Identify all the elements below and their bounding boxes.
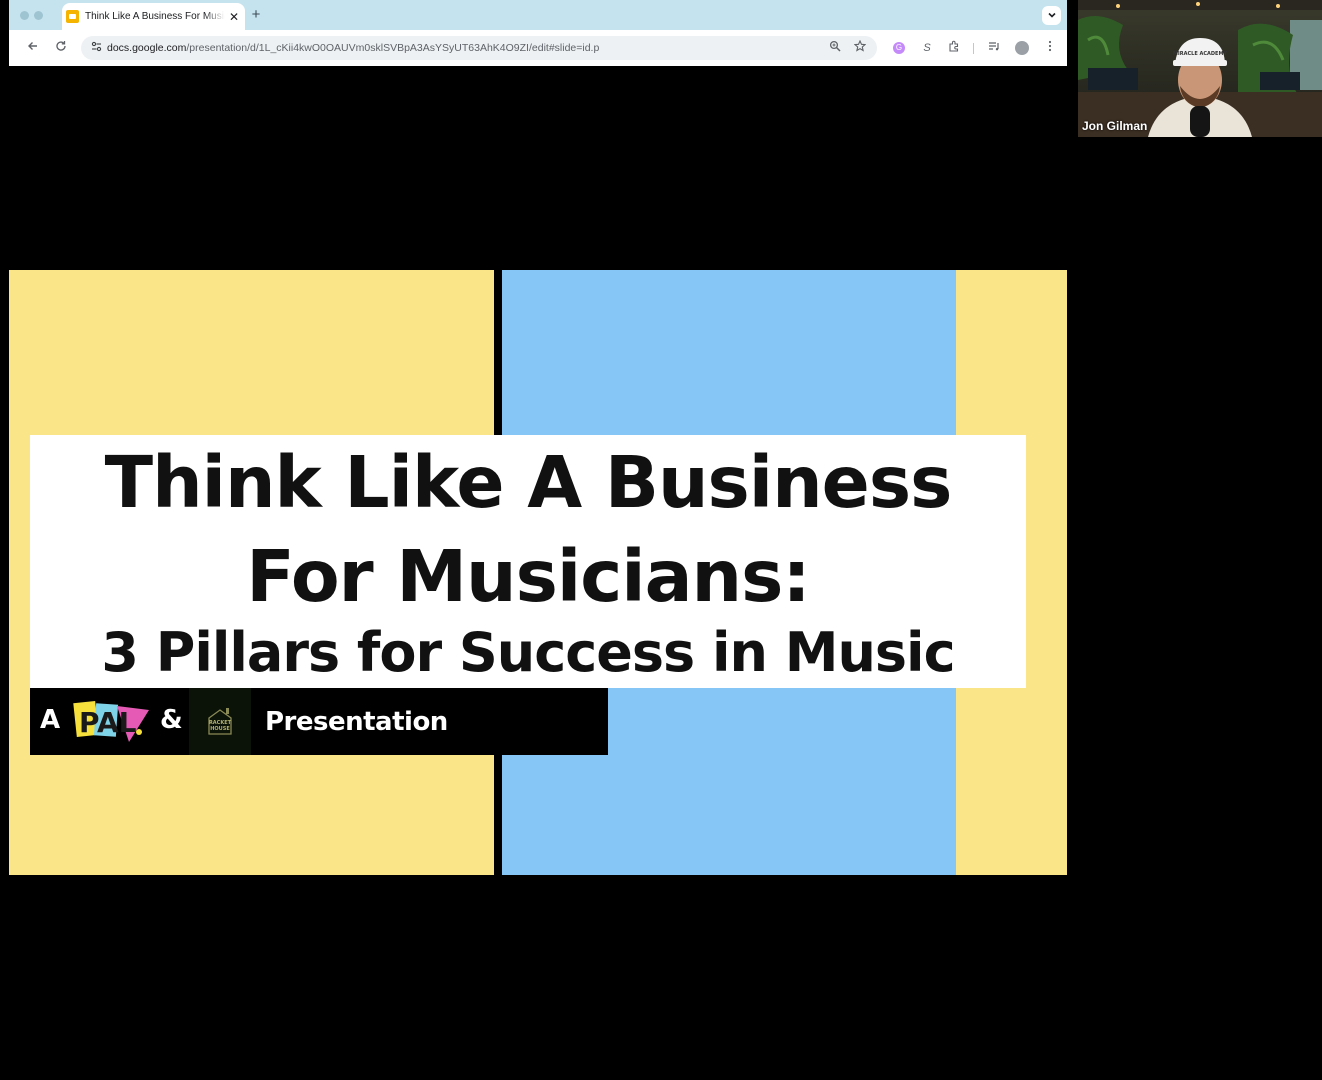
racket-house-logo: RACKET HOUSE	[189, 688, 251, 755]
banner-prefix: A	[40, 705, 61, 735]
zoom-icon[interactable]	[827, 40, 843, 56]
racket-logo-text-bottom: HOUSE	[210, 726, 230, 732]
slide-title-line-2: For Musicians:	[246, 535, 810, 618]
chevron-down-icon[interactable]	[1042, 6, 1061, 25]
pal-logo-text: PAL	[79, 706, 137, 739]
banner-suffix: Presentation	[265, 707, 448, 737]
profile-icon[interactable]	[1015, 41, 1029, 55]
window-minimize-dot[interactable]	[34, 11, 43, 20]
slide-subtitle: 3 Pillars for Success in Music	[101, 621, 955, 684]
star-icon[interactable]	[852, 39, 868, 56]
presentation-banner: A PAL & RACKET HOUSE Presentation	[30, 688, 608, 755]
extension-icon[interactable]	[946, 40, 962, 56]
toolbar: docs.google.com/presentation/d/1L_cKii4k…	[9, 30, 1067, 66]
presentation-slide: Think Like A Business For Musicians: 3 P…	[9, 270, 1067, 875]
address-bar[interactable]: docs.google.com/presentation/d/1L_cKii4k…	[81, 36, 877, 60]
slide-title-line-1: Think Like A Business	[104, 441, 953, 524]
extension-g-icon[interactable]: G	[893, 42, 905, 54]
hat-text: MIRACLE ACADEMY	[1173, 51, 1228, 57]
slide-title-box: Think Like A Business For Musicians: 3 P…	[30, 435, 1026, 688]
back-icon[interactable]	[24, 39, 42, 57]
close-icon[interactable]: ✕	[229, 11, 239, 23]
participant-name: Jon Gilman	[1082, 119, 1148, 133]
extension-s-icon[interactable]: S	[919, 40, 935, 56]
media-icon[interactable]	[986, 40, 1002, 56]
browser-window: Think Like A Business For Musicians: 3 P…	[9, 0, 1067, 66]
pal-logo: PAL	[73, 700, 149, 742]
url-host: docs.google.com	[107, 42, 187, 54]
tab-title: Think Like A Business For Musicians: 3 P…	[85, 11, 225, 22]
url-path: /presentation/d/1L_cKii4kwO0OAUVm0sklSVB…	[186, 42, 600, 54]
url-text: docs.google.com/presentation/d/1L_cKii4k…	[107, 42, 599, 54]
slides-icon	[66, 10, 79, 23]
menu-icon[interactable]	[1042, 40, 1058, 56]
site-info-icon[interactable]	[85, 41, 107, 55]
tab-active[interactable]: Think Like A Business For Musicians: 3 P…	[62, 3, 245, 30]
window-close-dot[interactable]	[20, 11, 29, 20]
webcam-video: MIRACLE ACADEMY	[1078, 0, 1322, 137]
banner-ampersand: &	[160, 705, 183, 735]
new-tab-button[interactable]: +	[247, 6, 265, 23]
tab-strip: Think Like A Business For Musicians: 3 P…	[9, 0, 1067, 30]
reload-icon[interactable]	[52, 39, 70, 57]
toolbar-divider	[973, 43, 974, 54]
webcam-feed: MIRACLE ACADEMY Jon Gilman	[1078, 0, 1322, 137]
